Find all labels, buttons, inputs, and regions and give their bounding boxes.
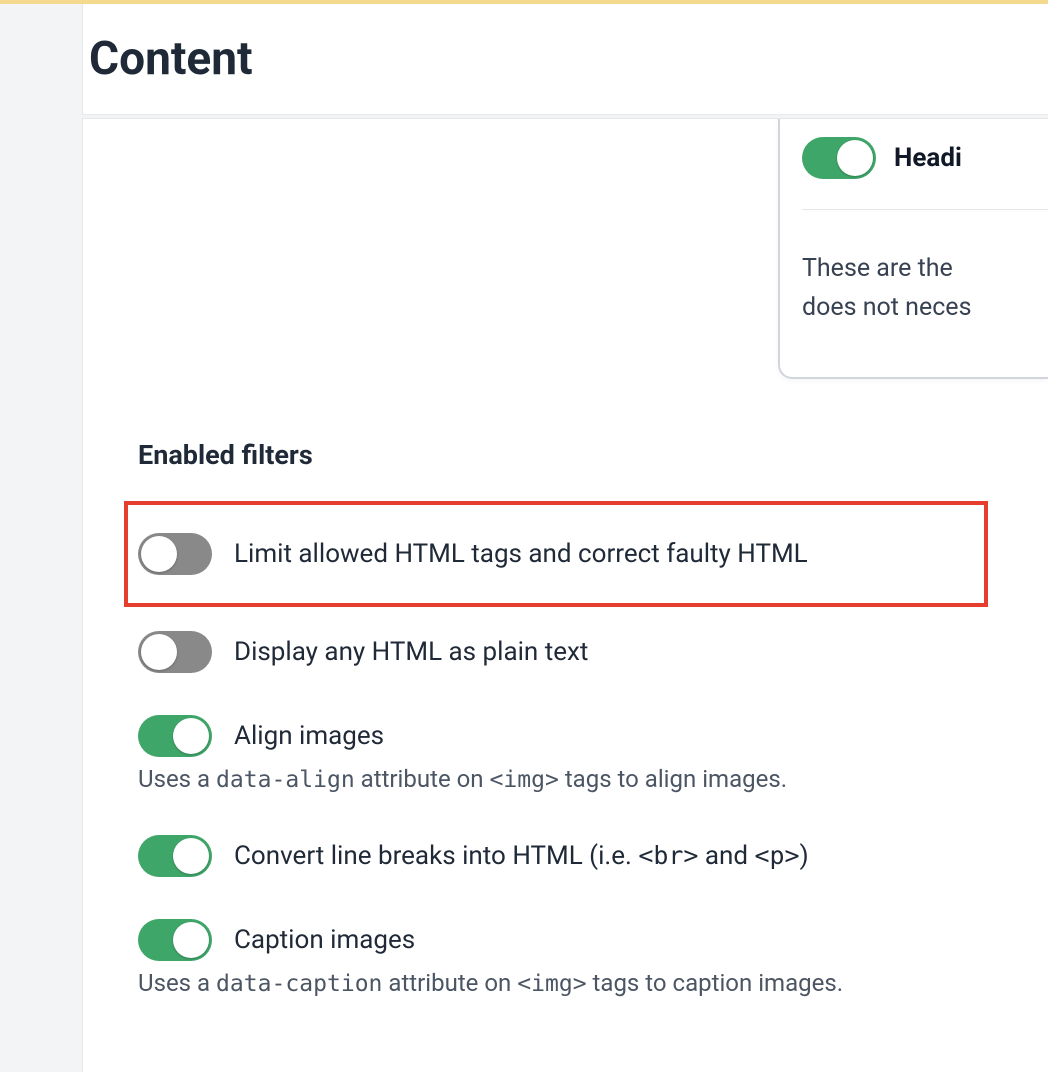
enabled-filters-heading: Enabled filters <box>138 439 1048 471</box>
side-panel-toggle-row: Headi <box>802 137 1048 210</box>
toggle-align-images[interactable] <box>138 715 212 757</box>
filter-label-line-breaks: Convert line breaks into HTML (i.e. <br>… <box>234 841 809 871</box>
content-card: Headi These are the does not neces Enabl… <box>82 118 1048 1072</box>
side-panel: Headi These are the does not neces <box>778 119 1048 379</box>
filter-item-limit-html: Limit allowed HTML tags and correct faul… <box>138 533 972 575</box>
heading-toggle-label: Headi <box>894 143 962 173</box>
side-panel-desc-line1: These are the <box>802 254 953 283</box>
enabled-filters-section: Enabled filters Limit allowed HTML tags … <box>138 439 1048 997</box>
filter-label-align-images: Align images <box>234 721 384 751</box>
filter-item-caption-images: Caption images Uses a data-caption attri… <box>138 919 1048 997</box>
filter-label-plain-text: Display any HTML as plain text <box>234 637 588 667</box>
page-title: Content <box>89 32 1048 86</box>
filter-desc-align-images: Uses a data-align attribute on <img> tag… <box>138 765 1048 793</box>
highlighted-filter-box: Limit allowed HTML tags and correct faul… <box>124 501 988 607</box>
filter-desc-caption-images: Uses a data-caption attribute on <img> t… <box>138 969 1048 997</box>
side-panel-description: These are the does not neces <box>802 250 1048 328</box>
heading-toggle[interactable] <box>802 137 876 179</box>
filter-label-limit-html: Limit allowed HTML tags and correct faul… <box>234 539 808 569</box>
side-panel-desc-line2: does not neces <box>802 293 971 322</box>
toggle-plain-text[interactable] <box>138 631 212 673</box>
toggle-limit-html[interactable] <box>138 533 212 575</box>
filter-item-plain-text: Display any HTML as plain text <box>138 631 1048 673</box>
filter-label-caption-images: Caption images <box>234 925 415 955</box>
toggle-line-breaks[interactable] <box>138 835 212 877</box>
filter-item-align-images: Align images Uses a data-align attribute… <box>138 715 1048 793</box>
page-title-bar: Content <box>82 4 1048 114</box>
toggle-caption-images[interactable] <box>138 919 212 961</box>
filter-item-line-breaks: Convert line breaks into HTML (i.e. <br>… <box>138 835 1048 877</box>
